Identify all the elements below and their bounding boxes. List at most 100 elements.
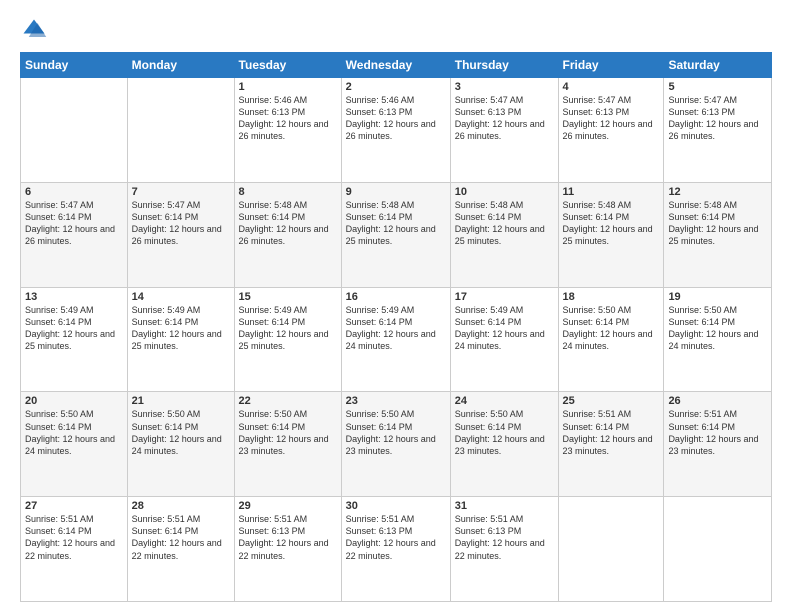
calendar-cell: 13Sunrise: 5:49 AMSunset: 6:14 PMDayligh…: [21, 287, 128, 392]
day-number: 12: [668, 186, 767, 198]
day-info: Sunrise: 5:50 AMSunset: 6:14 PMDaylight:…: [346, 408, 446, 457]
day-info: Sunrise: 5:48 AMSunset: 6:14 PMDaylight:…: [563, 199, 660, 248]
weekday-header-wednesday: Wednesday: [341, 53, 450, 78]
day-number: 10: [455, 186, 554, 198]
calendar-cell: 20Sunrise: 5:50 AMSunset: 6:14 PMDayligh…: [21, 392, 128, 497]
day-number: 8: [239, 186, 337, 198]
day-number: 21: [132, 395, 230, 407]
day-number: 20: [25, 395, 123, 407]
calendar-cell: 10Sunrise: 5:48 AMSunset: 6:14 PMDayligh…: [450, 182, 558, 287]
day-info: Sunrise: 5:50 AMSunset: 6:14 PMDaylight:…: [455, 408, 554, 457]
day-number: 30: [346, 500, 446, 512]
calendar-cell: 5Sunrise: 5:47 AMSunset: 6:13 PMDaylight…: [664, 78, 772, 183]
day-info: Sunrise: 5:49 AMSunset: 6:14 PMDaylight:…: [455, 304, 554, 353]
day-number: 31: [455, 500, 554, 512]
day-info: Sunrise: 5:49 AMSunset: 6:14 PMDaylight:…: [132, 304, 230, 353]
day-number: 6: [25, 186, 123, 198]
calendar-table: SundayMondayTuesdayWednesdayThursdayFrid…: [20, 52, 772, 602]
day-info: Sunrise: 5:50 AMSunset: 6:14 PMDaylight:…: [132, 408, 230, 457]
day-number: 9: [346, 186, 446, 198]
calendar-cell: 29Sunrise: 5:51 AMSunset: 6:13 PMDayligh…: [234, 497, 341, 602]
day-info: Sunrise: 5:49 AMSunset: 6:14 PMDaylight:…: [25, 304, 123, 353]
weekday-header-tuesday: Tuesday: [234, 53, 341, 78]
calendar-cell: 30Sunrise: 5:51 AMSunset: 6:13 PMDayligh…: [341, 497, 450, 602]
day-info: Sunrise: 5:51 AMSunset: 6:13 PMDaylight:…: [239, 513, 337, 562]
day-info: Sunrise: 5:48 AMSunset: 6:14 PMDaylight:…: [668, 199, 767, 248]
day-number: 18: [563, 291, 660, 303]
calendar-cell: 27Sunrise: 5:51 AMSunset: 6:14 PMDayligh…: [21, 497, 128, 602]
day-number: 27: [25, 500, 123, 512]
day-info: Sunrise: 5:50 AMSunset: 6:14 PMDaylight:…: [563, 304, 660, 353]
day-info: Sunrise: 5:47 AMSunset: 6:14 PMDaylight:…: [25, 199, 123, 248]
calendar-cell: 3Sunrise: 5:47 AMSunset: 6:13 PMDaylight…: [450, 78, 558, 183]
calendar-cell: 15Sunrise: 5:49 AMSunset: 6:14 PMDayligh…: [234, 287, 341, 392]
calendar-cell: 2Sunrise: 5:46 AMSunset: 6:13 PMDaylight…: [341, 78, 450, 183]
calendar-cell: 8Sunrise: 5:48 AMSunset: 6:14 PMDaylight…: [234, 182, 341, 287]
weekday-header-saturday: Saturday: [664, 53, 772, 78]
day-number: 29: [239, 500, 337, 512]
calendar-cell: 28Sunrise: 5:51 AMSunset: 6:14 PMDayligh…: [127, 497, 234, 602]
calendar-cell: 17Sunrise: 5:49 AMSunset: 6:14 PMDayligh…: [450, 287, 558, 392]
calendar-cell: 14Sunrise: 5:49 AMSunset: 6:14 PMDayligh…: [127, 287, 234, 392]
day-number: 15: [239, 291, 337, 303]
day-number: 1: [239, 81, 337, 93]
day-number: 26: [668, 395, 767, 407]
day-info: Sunrise: 5:47 AMSunset: 6:14 PMDaylight:…: [132, 199, 230, 248]
day-info: Sunrise: 5:51 AMSunset: 6:14 PMDaylight:…: [132, 513, 230, 562]
day-info: Sunrise: 5:46 AMSunset: 6:13 PMDaylight:…: [239, 94, 337, 143]
day-info: Sunrise: 5:51 AMSunset: 6:13 PMDaylight:…: [455, 513, 554, 562]
day-number: 22: [239, 395, 337, 407]
day-number: 13: [25, 291, 123, 303]
day-info: Sunrise: 5:47 AMSunset: 6:13 PMDaylight:…: [563, 94, 660, 143]
day-number: 5: [668, 81, 767, 93]
day-info: Sunrise: 5:51 AMSunset: 6:14 PMDaylight:…: [563, 408, 660, 457]
day-info: Sunrise: 5:49 AMSunset: 6:14 PMDaylight:…: [346, 304, 446, 353]
logo-icon: [20, 16, 48, 44]
day-info: Sunrise: 5:49 AMSunset: 6:14 PMDaylight:…: [239, 304, 337, 353]
weekday-header-monday: Monday: [127, 53, 234, 78]
calendar-cell: 12Sunrise: 5:48 AMSunset: 6:14 PMDayligh…: [664, 182, 772, 287]
day-number: 7: [132, 186, 230, 198]
day-number: 16: [346, 291, 446, 303]
day-number: 3: [455, 81, 554, 93]
day-info: Sunrise: 5:50 AMSunset: 6:14 PMDaylight:…: [25, 408, 123, 457]
day-number: 24: [455, 395, 554, 407]
day-info: Sunrise: 5:47 AMSunset: 6:13 PMDaylight:…: [668, 94, 767, 143]
day-info: Sunrise: 5:50 AMSunset: 6:14 PMDaylight:…: [239, 408, 337, 457]
calendar-cell: 22Sunrise: 5:50 AMSunset: 6:14 PMDayligh…: [234, 392, 341, 497]
logo: [20, 16, 52, 44]
day-info: Sunrise: 5:51 AMSunset: 6:13 PMDaylight:…: [346, 513, 446, 562]
calendar-cell: 11Sunrise: 5:48 AMSunset: 6:14 PMDayligh…: [558, 182, 664, 287]
day-info: Sunrise: 5:50 AMSunset: 6:14 PMDaylight:…: [668, 304, 767, 353]
calendar-cell: [664, 497, 772, 602]
weekday-header-thursday: Thursday: [450, 53, 558, 78]
day-number: 28: [132, 500, 230, 512]
calendar-cell: 16Sunrise: 5:49 AMSunset: 6:14 PMDayligh…: [341, 287, 450, 392]
day-number: 4: [563, 81, 660, 93]
calendar-cell: 26Sunrise: 5:51 AMSunset: 6:14 PMDayligh…: [664, 392, 772, 497]
calendar-cell: [21, 78, 128, 183]
day-info: Sunrise: 5:48 AMSunset: 6:14 PMDaylight:…: [455, 199, 554, 248]
day-number: 14: [132, 291, 230, 303]
day-info: Sunrise: 5:51 AMSunset: 6:14 PMDaylight:…: [668, 408, 767, 457]
calendar-cell: 9Sunrise: 5:48 AMSunset: 6:14 PMDaylight…: [341, 182, 450, 287]
day-number: 25: [563, 395, 660, 407]
calendar-cell: 23Sunrise: 5:50 AMSunset: 6:14 PMDayligh…: [341, 392, 450, 497]
calendar-cell: 1Sunrise: 5:46 AMSunset: 6:13 PMDaylight…: [234, 78, 341, 183]
calendar-cell: 18Sunrise: 5:50 AMSunset: 6:14 PMDayligh…: [558, 287, 664, 392]
calendar-cell: [558, 497, 664, 602]
day-info: Sunrise: 5:48 AMSunset: 6:14 PMDaylight:…: [239, 199, 337, 248]
day-info: Sunrise: 5:47 AMSunset: 6:13 PMDaylight:…: [455, 94, 554, 143]
day-info: Sunrise: 5:46 AMSunset: 6:13 PMDaylight:…: [346, 94, 446, 143]
day-info: Sunrise: 5:48 AMSunset: 6:14 PMDaylight:…: [346, 199, 446, 248]
weekday-header-sunday: Sunday: [21, 53, 128, 78]
calendar-cell: 4Sunrise: 5:47 AMSunset: 6:13 PMDaylight…: [558, 78, 664, 183]
day-number: 17: [455, 291, 554, 303]
calendar-cell: 19Sunrise: 5:50 AMSunset: 6:14 PMDayligh…: [664, 287, 772, 392]
day-number: 19: [668, 291, 767, 303]
day-number: 2: [346, 81, 446, 93]
day-number: 23: [346, 395, 446, 407]
calendar-cell: 31Sunrise: 5:51 AMSunset: 6:13 PMDayligh…: [450, 497, 558, 602]
calendar-cell: 7Sunrise: 5:47 AMSunset: 6:14 PMDaylight…: [127, 182, 234, 287]
day-number: 11: [563, 186, 660, 198]
